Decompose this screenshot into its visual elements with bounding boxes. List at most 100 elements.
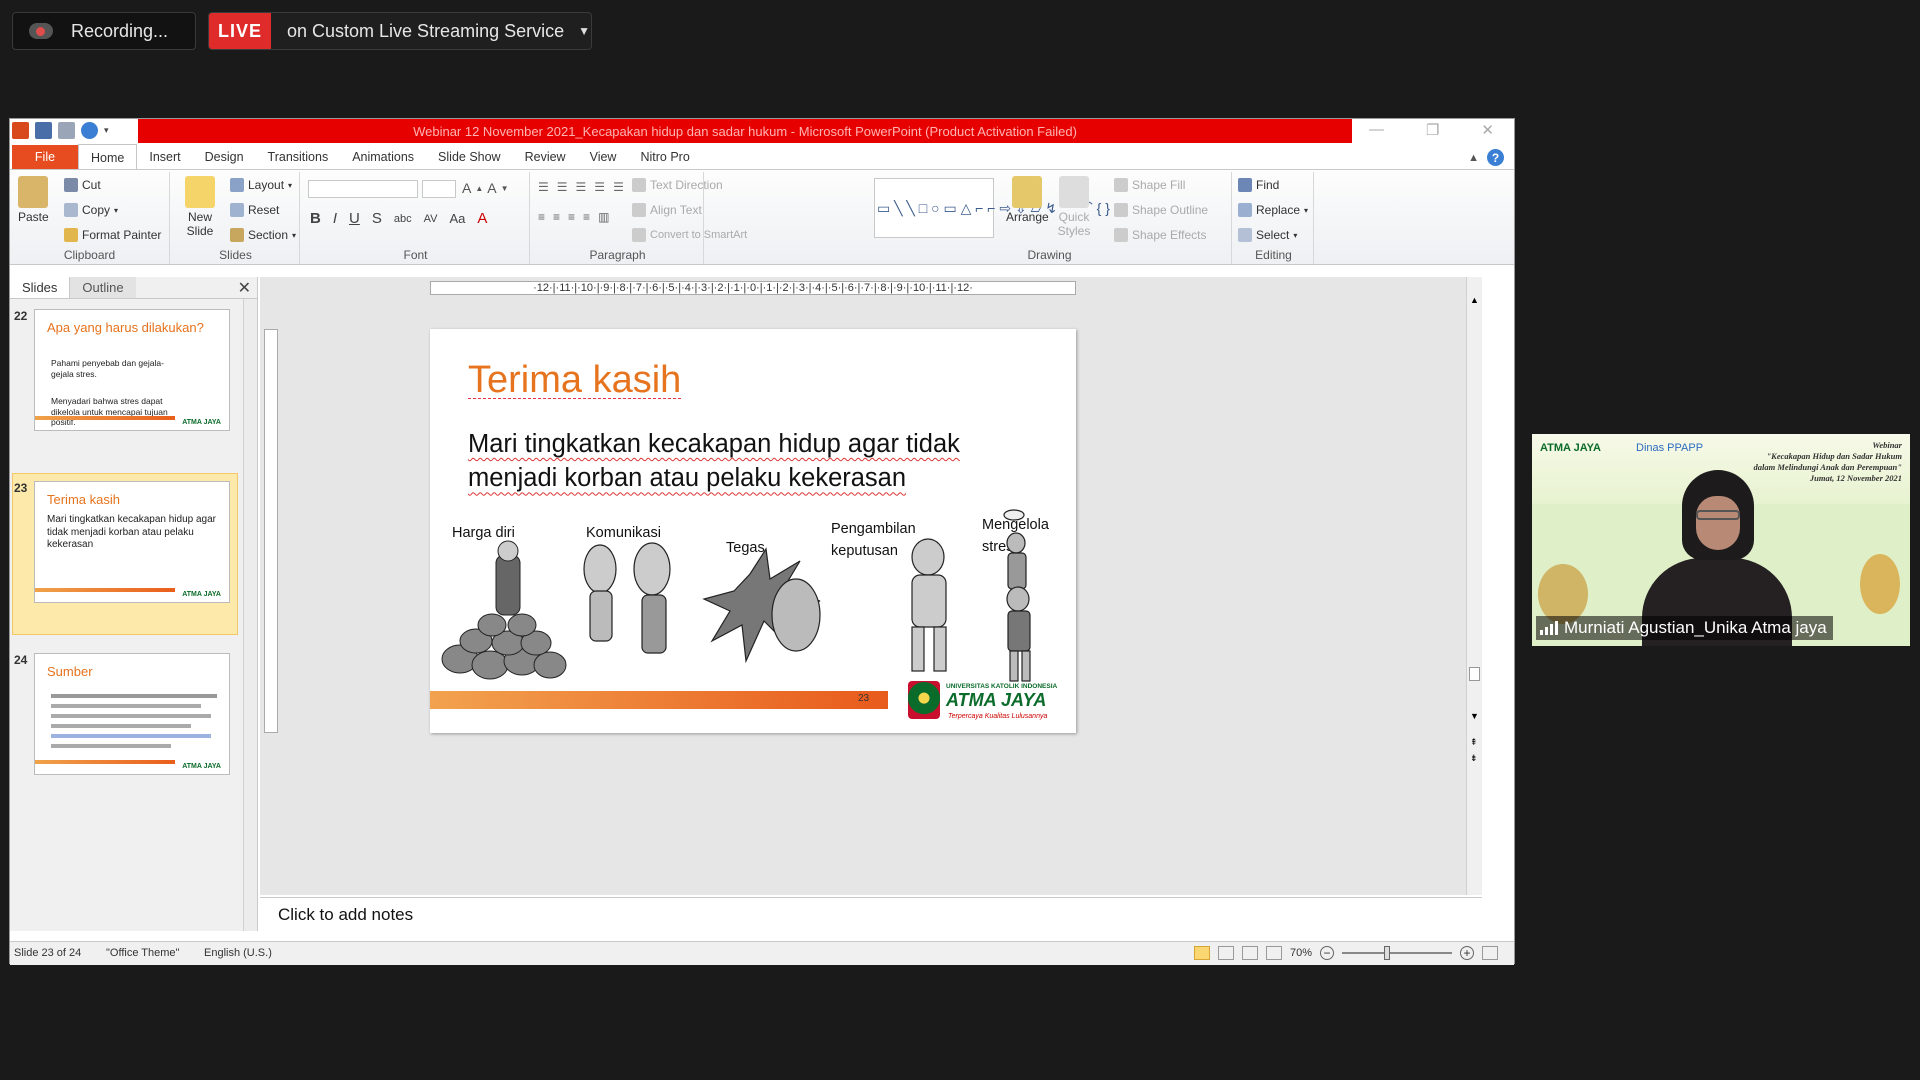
- grow-font-icon[interactable]: A ▲ A ▼: [462, 180, 509, 196]
- zoom-in-icon[interactable]: +: [1460, 946, 1475, 960]
- zoom-out-icon[interactable]: −: [1320, 946, 1335, 960]
- notes-pane[interactable]: Click to add notes: [260, 897, 1482, 931]
- numbering-icon[interactable]: ☰: [557, 180, 568, 194]
- format-painter-button[interactable]: Format Painter: [64, 228, 161, 242]
- arrange-button[interactable]: Arrange: [1006, 176, 1049, 224]
- scroll-thumb[interactable]: [1469, 667, 1480, 681]
- tab-animations[interactable]: Animations: [340, 145, 426, 169]
- align-right-icon[interactable]: ≡: [568, 210, 575, 224]
- thumb-logo: ATMA JAYA: [182, 419, 221, 426]
- layout-button[interactable]: Layout ▾: [230, 178, 292, 192]
- undo-icon[interactable]: [58, 122, 75, 139]
- copy-button[interactable]: Copy ▾: [64, 203, 118, 217]
- select-button[interactable]: Select ▾: [1238, 228, 1297, 242]
- slide-thumbnail-23[interactable]: Terima kasih Mari tingkatkan kecakapan h…: [34, 481, 230, 603]
- tab-slide-show[interactable]: Slide Show: [426, 145, 513, 169]
- quick-styles-button[interactable]: Quick Styles: [1054, 176, 1094, 238]
- tab-home[interactable]: Home: [78, 144, 138, 170]
- slideshow-view-icon[interactable]: [1266, 946, 1282, 960]
- scroll-down-icon[interactable]: ▼: [1470, 711, 1479, 721]
- slide-canvas: ·12·|·11·|·10·|·9·|·8·|·7·|·6·|·5·|·4·|·…: [260, 277, 1482, 895]
- panel-scrollbar[interactable]: [243, 299, 257, 931]
- vertical-scrollbar[interactable]: ▲ ▼ ⇞ ⇟: [1466, 277, 1482, 895]
- text-direction-button[interactable]: Text Direction: [632, 178, 723, 192]
- zoom-slider[interactable]: [1342, 946, 1453, 960]
- shape-fill-button[interactable]: Shape Fill: [1114, 178, 1185, 192]
- bullets-icon[interactable]: ☰: [538, 180, 549, 194]
- tab-view[interactable]: View: [578, 145, 629, 169]
- previous-slide-icon[interactable]: ⇞: [1470, 737, 1478, 748]
- tab-file[interactable]: File: [12, 145, 78, 169]
- align-left-icon[interactable]: ≡: [538, 210, 545, 224]
- section-button[interactable]: Section ▾: [230, 228, 296, 242]
- close-icon[interactable]: ✕: [238, 278, 251, 298]
- next-slide-icon[interactable]: ⇟: [1470, 753, 1478, 764]
- presenter-face: [1696, 496, 1740, 550]
- thumb-text: Pahami penyebab dan gejala-gejala stres.: [51, 358, 164, 379]
- align-text-button[interactable]: Align Text: [632, 203, 702, 217]
- reading-view-icon[interactable]: [1242, 946, 1258, 960]
- scroll-up-icon[interactable]: ▲: [1470, 295, 1479, 305]
- tab-review[interactable]: Review: [513, 145, 578, 169]
- shapes-gallery[interactable]: ▭ ╲ ╲ □ ○ ▭ △ ⌐ ⌐ ⇨ ⇩ ▱ ↯ ⌒ ⌒ { } ☆: [874, 178, 1126, 238]
- decrease-indent-icon[interactable]: ☰: [576, 180, 587, 194]
- minimize-ribbon-icon[interactable]: ▲: [1468, 152, 1479, 164]
- slide-thumbnail-24[interactable]: Sumber ATMA JAYA: [34, 653, 230, 775]
- tab-nitro-pro[interactable]: Nitro Pro: [628, 145, 701, 169]
- strikethrough-icon[interactable]: abc: [394, 213, 412, 225]
- normal-view-icon[interactable]: [1194, 946, 1210, 960]
- money-bags-illustration: [441, 540, 567, 680]
- columns-icon[interactable]: ▥: [598, 210, 609, 224]
- cut-button[interactable]: Cut: [64, 178, 101, 192]
- font-size-select[interactable]: [422, 180, 456, 198]
- fit-to-window-icon[interactable]: [1482, 946, 1499, 960]
- tab-transitions[interactable]: Transitions: [256, 145, 341, 169]
- customize-qat-icon[interactable]: ▾: [104, 125, 109, 136]
- char-spacing-icon[interactable]: AV: [424, 213, 438, 225]
- minimize-icon[interactable]: —: [1369, 121, 1384, 139]
- chevron-down-icon[interactable]: ▼: [578, 24, 590, 38]
- find-button[interactable]: Find: [1238, 178, 1279, 192]
- live-stream-indicator[interactable]: LIVE on Custom Live Streaming Service ▼: [208, 12, 592, 50]
- recording-indicator[interactable]: Recording...: [12, 12, 196, 50]
- zoom-level[interactable]: 70%: [1290, 947, 1312, 959]
- shape-effects-button[interactable]: Shape Effects: [1114, 228, 1207, 242]
- bold-icon[interactable]: B: [310, 210, 321, 227]
- assertive-illustration: [702, 547, 821, 664]
- italic-icon[interactable]: I: [333, 210, 337, 227]
- zoom-slider-thumb[interactable]: [1384, 946, 1391, 960]
- shape-outline-button[interactable]: Shape Outline: [1114, 203, 1208, 217]
- participant-video[interactable]: ATMA JAYA Dinas PPAPP Webinar "Kecakapan…: [1532, 434, 1910, 646]
- font-label: Font: [403, 248, 428, 262]
- powerpoint-app-icon[interactable]: [12, 122, 29, 139]
- tab-slides[interactable]: Slides: [10, 277, 71, 298]
- underline-icon[interactable]: U: [349, 210, 360, 227]
- change-case-icon[interactable]: Aa: [449, 211, 465, 226]
- convert-smartart-button[interactable]: Convert to SmartArt: [632, 228, 747, 242]
- slide-sorter-icon[interactable]: [1218, 946, 1234, 960]
- current-slide[interactable]: Terima kasih Mari tingkatkan kecakapan h…: [430, 329, 1076, 733]
- paste-button[interactable]: Paste: [18, 176, 49, 224]
- copy-icon: [64, 203, 78, 217]
- font-name-select[interactable]: [308, 180, 418, 198]
- help-icon[interactable]: ?: [1487, 149, 1504, 166]
- save-icon[interactable]: [35, 122, 52, 139]
- language-indicator[interactable]: English (U.S.): [204, 947, 272, 959]
- increase-indent-icon[interactable]: ☰: [594, 180, 605, 194]
- new-slide-button[interactable]: New Slide: [180, 176, 220, 238]
- line-spacing-icon[interactable]: ☰: [613, 180, 624, 194]
- font-color-icon[interactable]: A: [477, 210, 487, 227]
- restore-icon[interactable]: ❐: [1426, 121, 1439, 139]
- replace-button[interactable]: Replace ▾: [1238, 203, 1308, 217]
- tab-insert[interactable]: Insert: [137, 145, 192, 169]
- align-center-icon[interactable]: ≡: [553, 210, 560, 224]
- tab-outline[interactable]: Outline: [70, 277, 136, 298]
- theme-name[interactable]: "Office Theme": [106, 947, 179, 959]
- shadow-icon[interactable]: S: [372, 210, 382, 227]
- justify-icon[interactable]: ≡: [583, 210, 590, 224]
- reset-button[interactable]: Reset: [230, 203, 279, 217]
- close-icon[interactable]: ✕: [1481, 121, 1494, 139]
- redo-icon[interactable]: [81, 122, 98, 139]
- tab-design[interactable]: Design: [193, 145, 256, 169]
- slide-thumbnail-22[interactable]: Apa yang harus dilakukan? Pahami penyeba…: [34, 309, 230, 431]
